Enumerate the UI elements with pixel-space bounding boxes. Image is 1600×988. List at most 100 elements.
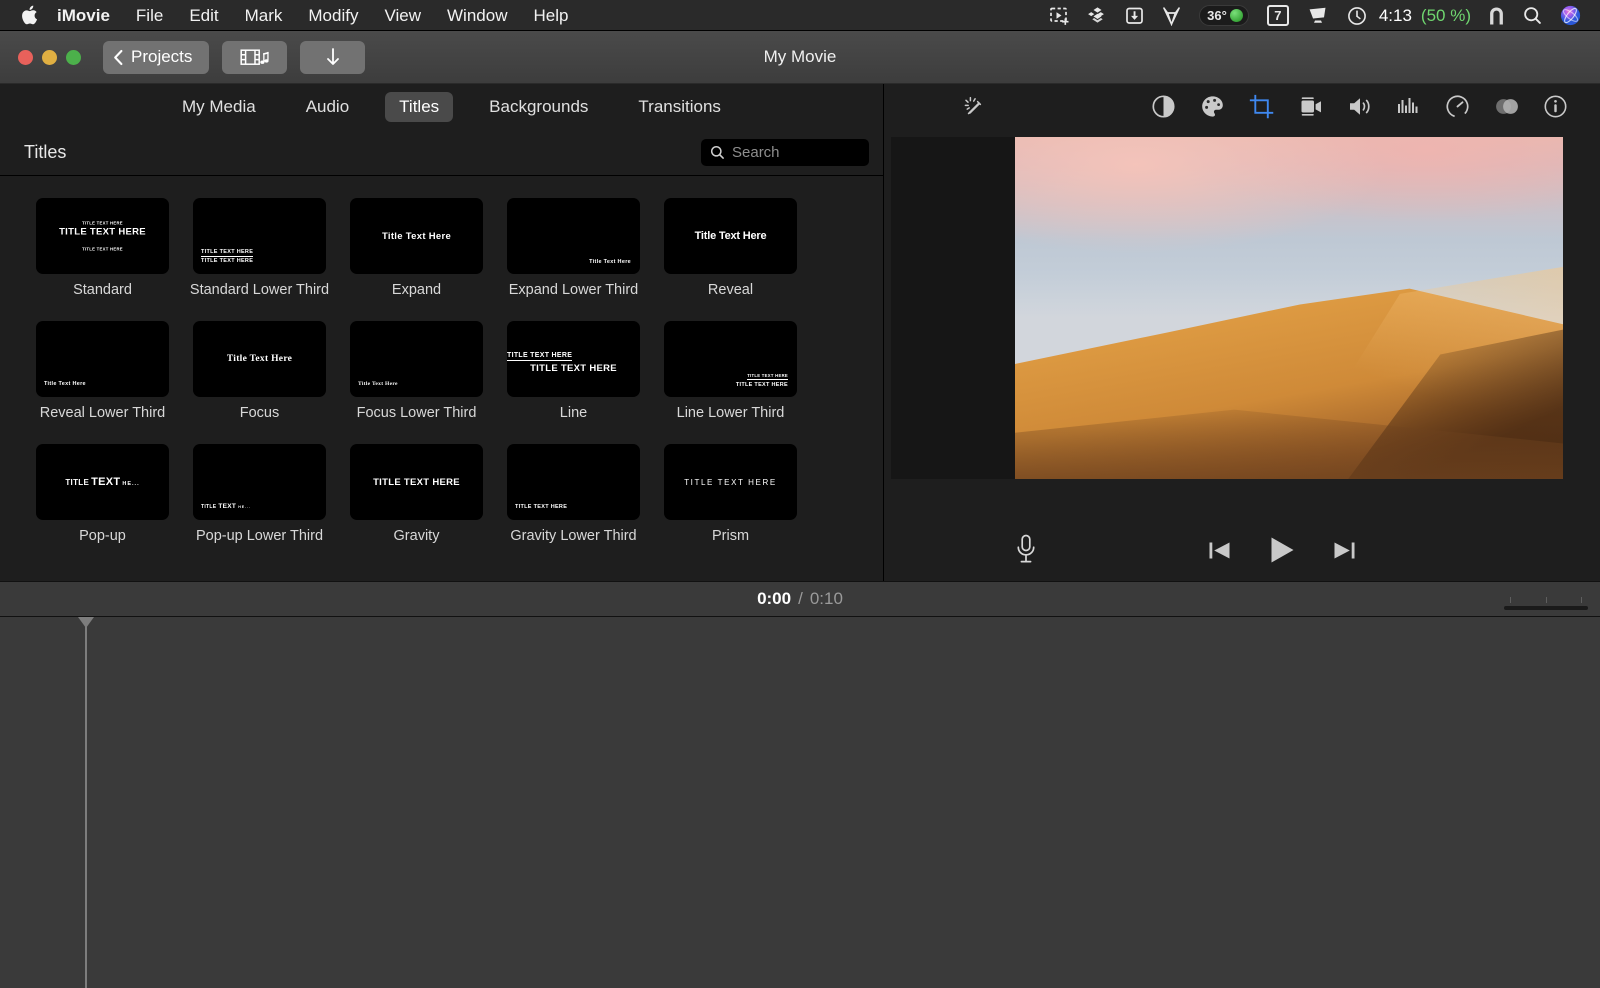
title-item-reveal[interactable]: Title Text Here Reveal: [652, 198, 809, 299]
maximize-button[interactable]: [66, 50, 81, 65]
color-correction-icon[interactable]: [1188, 84, 1237, 129]
title-item-focus-lower-third[interactable]: Title Text Here Focus Lower Third: [338, 321, 495, 422]
title-item-standard-lower-third[interactable]: TITLE TEXT HERE TITLE TEXT HERE Standard…: [181, 198, 338, 299]
title-item-expand-lower-third[interactable]: Title Text Here Expand Lower Third: [495, 198, 652, 299]
title-item-pop-up-lower-third[interactable]: TITLE TEXT HE... Pop-up Lower Third: [181, 444, 338, 545]
title-thumbnail: TITLE TEXT HE...: [193, 444, 326, 520]
video-preview-stage[interactable]: [884, 129, 1600, 519]
menu-modify[interactable]: Modify: [295, 0, 371, 31]
media-music-icon: [240, 47, 270, 68]
current-timecode: 0:00: [757, 589, 791, 609]
dropbox-icon[interactable]: [1079, 0, 1116, 31]
search-input[interactable]: [732, 144, 860, 161]
minimize-button[interactable]: [42, 50, 57, 65]
title-item-prism[interactable]: TITLE TEXT HERE Prism: [652, 444, 809, 545]
title-thumbnail: TITLE TEXT HERE: [664, 444, 797, 520]
import-media-button[interactable]: [300, 41, 365, 74]
screenshot-capture-icon[interactable]: [1040, 0, 1079, 31]
auto-enhance-icon[interactable]: [950, 84, 999, 129]
temperature-indicator[interactable]: 36°: [1190, 0, 1258, 31]
timeline-zoom-slider[interactable]: [1504, 597, 1588, 610]
volume-icon[interactable]: [1335, 84, 1384, 129]
menu-imovie[interactable]: iMovie: [44, 0, 123, 31]
menu-window[interactable]: Window: [434, 0, 520, 31]
title-name-label: Reveal: [652, 281, 809, 299]
title-preview-text-group: TITLE TEXT HE...: [65, 476, 139, 488]
tab-my-media[interactable]: My Media: [168, 92, 270, 122]
playhead[interactable]: [85, 617, 87, 988]
title-item-expand[interactable]: Title Text Here Expand: [338, 198, 495, 299]
title-item-gravity[interactable]: TITLE TEXT HERE Gravity: [338, 444, 495, 545]
preview-word-3: HE...: [122, 481, 139, 487]
zoom-slider-track[interactable]: [1504, 606, 1588, 610]
time-machine-icon[interactable]: [1338, 0, 1376, 31]
vpn-tunnel-icon[interactable]: [1479, 0, 1514, 31]
menu-mark[interactable]: Mark: [232, 0, 296, 31]
title-name-label: Gravity: [338, 527, 495, 545]
calendar-icon[interactable]: 7: [1258, 0, 1298, 31]
airplay-display-icon[interactable]: [1298, 0, 1338, 31]
transport-buttons: [884, 534, 1600, 566]
clip-filter-icon[interactable]: [1482, 84, 1531, 129]
title-thumbnail: TITLE TEXT HERE TITLE TEXT HERE: [193, 198, 326, 274]
stabilization-icon[interactable]: [1286, 84, 1335, 129]
close-button[interactable]: [18, 50, 33, 65]
title-preview-text-group: TITLE TEXT HERE TITLE TEXT HERE: [507, 344, 640, 374]
title-thumbnail: Title Text Here: [193, 321, 326, 397]
preview-line-main: TITLE TEXT HERE: [684, 478, 777, 487]
title-name-label: Prism: [652, 527, 809, 545]
viewer-panel: [884, 84, 1600, 581]
preview-line-bottom: TITLE TEXT HERE: [507, 363, 640, 374]
siri-icon[interactable]: [1551, 0, 1590, 31]
titles-grid: TITLE TEXT HERE TITLE TEXT HERE TITLE TE…: [0, 198, 883, 567]
menu-view[interactable]: View: [371, 0, 434, 31]
video-preview-frame: [891, 137, 1563, 479]
title-item-pop-up[interactable]: TITLE TEXT HE... Pop-up: [24, 444, 181, 545]
window-titlebar: Projects: [0, 31, 1600, 84]
skip-to-start-button[interactable]: [1207, 538, 1232, 563]
title-item-focus[interactable]: Title Text Here Focus: [181, 321, 338, 422]
title-thumbnail: TITLE TEXT HERE TITLE TEXT HERE TITLE TE…: [36, 198, 169, 274]
timeline-area[interactable]: [0, 617, 1600, 988]
info-icon[interactable]: [1531, 84, 1580, 129]
speed-icon[interactable]: [1433, 84, 1482, 129]
title-name-label: Focus: [181, 404, 338, 422]
play-button[interactable]: [1266, 534, 1298, 566]
preview-line-main: Title Text Here: [589, 259, 631, 265]
menu-edit[interactable]: Edit: [176, 0, 231, 31]
title-preview-text-group: Title Text Here: [358, 381, 398, 387]
tab-audio[interactable]: Audio: [292, 92, 363, 122]
menu-file[interactable]: File: [123, 0, 176, 31]
preview-line-main: TITLE TEXT HERE: [515, 504, 567, 510]
color-balance-icon[interactable]: [1139, 84, 1188, 129]
title-item-gravity-lower-third[interactable]: TITLE TEXT HERE Gravity Lower Third: [495, 444, 652, 545]
title-thumbnail: Title Text Here: [507, 198, 640, 274]
back-to-projects-button[interactable]: Projects: [103, 41, 209, 74]
title-thumbnail: Title Text Here: [664, 198, 797, 274]
menu-bar-clock[interactable]: 4:13: [1376, 6, 1415, 26]
crop-icon[interactable]: [1237, 84, 1286, 129]
menu-help[interactable]: Help: [520, 0, 581, 31]
spotlight-search-icon[interactable]: [1514, 0, 1551, 31]
title-item-line-lower-third[interactable]: TITLE TEXT HERE TITLE TEXT HERE Line Low…: [652, 321, 809, 422]
tab-transitions[interactable]: Transitions: [624, 92, 735, 122]
title-item-reveal-lower-third[interactable]: Title Text Here Reveal Lower Third: [24, 321, 181, 422]
battery-percent[interactable]: (50 %): [1415, 6, 1479, 26]
media-browser-button[interactable]: [222, 41, 287, 74]
title-item-line[interactable]: TITLE TEXT HERE TITLE TEXT HERE Line: [495, 321, 652, 422]
import-download-icon: [325, 46, 341, 68]
search-field-container[interactable]: [701, 139, 869, 166]
apple-logo-icon[interactable]: [14, 5, 44, 25]
title-item-standard[interactable]: TITLE TEXT HERE TITLE TEXT HERE TITLE TE…: [24, 198, 181, 299]
titles-grid-scroll[interactable]: TITLE TEXT HERE TITLE TEXT HERE TITLE TE…: [0, 176, 883, 581]
skip-to-end-button[interactable]: [1332, 538, 1357, 563]
title-name-label: Standard: [24, 281, 181, 299]
firefox-developer-icon[interactable]: [1153, 0, 1190, 31]
zoom-slider-ticks: [1504, 597, 1588, 604]
download-arrow-icon[interactable]: [1116, 0, 1153, 31]
title-name-label: Expand: [338, 281, 495, 299]
tab-backgrounds[interactable]: Backgrounds: [475, 92, 602, 122]
preview-line-top: TITLE TEXT HERE: [201, 249, 253, 257]
noise-reduction-icon[interactable]: [1384, 84, 1433, 129]
tab-titles[interactable]: Titles: [385, 92, 453, 122]
